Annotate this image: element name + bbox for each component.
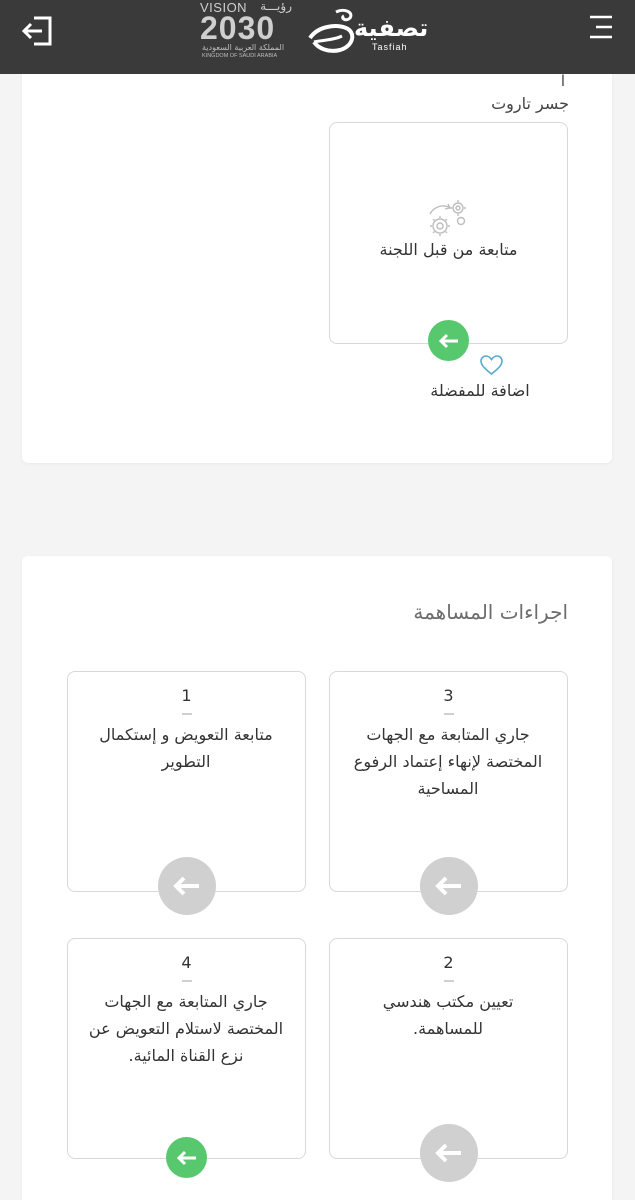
step-text: جاري المتابعة مع الجهات المختصة لإنهاء إ… bbox=[353, 725, 543, 798]
brand-name-en: Tasfiah bbox=[372, 42, 408, 52]
step-number: 2 bbox=[443, 953, 454, 972]
step-number: 1 bbox=[181, 686, 192, 705]
step-divider bbox=[182, 713, 192, 715]
arrow-left-icon bbox=[173, 876, 199, 896]
login-icon bbox=[21, 16, 52, 46]
arrow-left-icon bbox=[438, 333, 458, 348]
hamburger-menu-icon bbox=[590, 15, 612, 39]
step-text: جاري المتابعة مع الجهات المختصة لاستلام … bbox=[88, 992, 284, 1065]
step-details-button[interactable] bbox=[420, 1124, 478, 1182]
vision-kingdom-ar: المملكة العربية السعودية bbox=[202, 43, 285, 52]
heart-icon[interactable] bbox=[479, 354, 504, 376]
login-button[interactable] bbox=[20, 12, 56, 48]
arrow-left-icon bbox=[435, 1143, 461, 1163]
step-details-button[interactable] bbox=[166, 1137, 207, 1178]
brand-name-ar: تصفية bbox=[354, 14, 429, 42]
step-divider bbox=[182, 980, 192, 982]
step-number: 3 bbox=[443, 686, 454, 705]
project-name: جسر تاروت bbox=[491, 94, 569, 113]
vision-2030-logo: VISION رؤيـــة 2030 المملكة العربية السع… bbox=[198, 0, 294, 62]
menu-button[interactable] bbox=[587, 12, 615, 42]
add-to-favorites-link[interactable]: اضافة للمفضلة bbox=[400, 381, 560, 400]
arrow-left-icon bbox=[176, 1150, 196, 1165]
status-label: متابعة من قبل اللجنة bbox=[379, 240, 518, 259]
vision-kingdom-en: KINGDOM OF SAUDI ARABIA bbox=[202, 53, 278, 59]
step-details-button[interactable] bbox=[158, 857, 216, 915]
vision-year: 2030 bbox=[200, 10, 276, 46]
gears-icon bbox=[429, 200, 466, 236]
cropped-text: ا bbox=[560, 72, 565, 90]
status-details-button[interactable] bbox=[428, 320, 469, 361]
arrow-left-icon bbox=[435, 876, 461, 896]
app-header: VISION رؤيـــة 2030 المملكة العربية السع… bbox=[0, 0, 635, 74]
step-text: تعيين مكتب هندسي للمساهمة. bbox=[382, 992, 514, 1038]
brand-logo[interactable]: تصفية Tasfiah bbox=[306, 4, 436, 60]
step-divider bbox=[444, 713, 454, 715]
section-title: اجراءات المساهمة bbox=[413, 600, 568, 624]
step-text: متابعة التعويض و إستكمال التطوير bbox=[99, 725, 273, 771]
step-number: 4 bbox=[181, 953, 192, 972]
step-details-button[interactable] bbox=[420, 857, 478, 915]
step-divider bbox=[444, 980, 454, 982]
